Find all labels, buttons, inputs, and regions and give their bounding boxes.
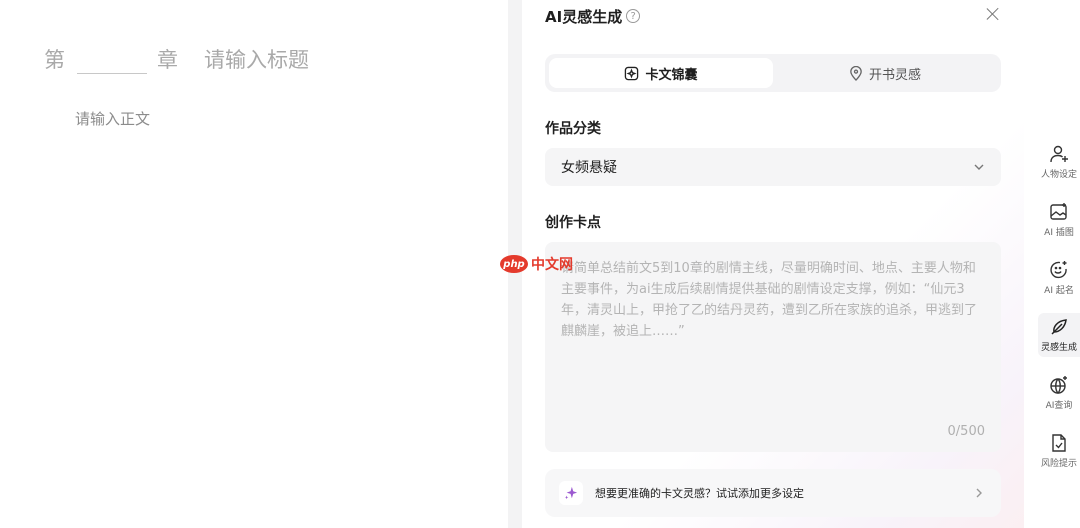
rail-label: AI 起名	[1044, 286, 1074, 296]
tab-stuck-tips[interactable]: 卡文锦囊	[549, 58, 773, 88]
feather-icon	[1051, 319, 1067, 335]
rail-label: 灵感生成	[1040, 343, 1077, 353]
file-check-icon	[1052, 434, 1066, 452]
watermark-text: 中文网	[531, 257, 573, 273]
smile-ai-icon	[1050, 261, 1067, 279]
close-icon[interactable]	[985, 6, 1001, 22]
rail-label: 风险提示	[1040, 459, 1077, 469]
stuck-point-textarea[interactable]: 请简单总结前文5到10章的剧情主线，尽量明确时间、地点、主要人物和主要事件，为a…	[545, 242, 1001, 452]
sparkle-box-icon	[625, 66, 639, 80]
chapter-prefix: 第	[44, 48, 65, 72]
chapter-body-input[interactable]: 请输入正文	[75, 108, 150, 129]
rail-label: AI 插图	[1044, 228, 1074, 238]
globe-ai-icon	[1050, 376, 1067, 394]
image-ai-icon	[1050, 203, 1067, 220]
panel-header: AI灵感生成 ?	[545, 4, 641, 28]
char-counter: 0/500	[947, 424, 985, 439]
category-select[interactable]: 女频悬疑	[545, 148, 1001, 186]
tab-label: 卡文锦囊	[645, 67, 698, 83]
person-add-icon	[1050, 145, 1068, 163]
rail-item-inspiration[interactable]: 灵感生成	[1038, 313, 1080, 357]
mode-tabs: 卡文锦囊 开书灵感	[545, 54, 1001, 92]
stuck-point-label: 创作卡点	[545, 215, 601, 231]
panel-title: AI灵感生成	[545, 7, 623, 26]
rail-item-risk-warning[interactable]: 风险提示	[1038, 429, 1080, 473]
watermark-badge: php	[500, 255, 528, 273]
chapter-suffix: 章	[157, 48, 178, 72]
help-icon[interactable]: ?	[626, 9, 641, 23]
chapter-number-input[interactable]	[77, 44, 147, 74]
rail-label: 人物设定	[1040, 170, 1077, 180]
chapter-title-input[interactable]: 请输入标题	[204, 44, 444, 74]
rail-item-character[interactable]: 人物设定	[1038, 140, 1080, 184]
rail-item-ai-naming[interactable]: AI 起名	[1038, 256, 1080, 300]
rail-label: AI查询	[1045, 401, 1073, 411]
chapter-editor: 第 章 请输入标题 请输入正文	[0, 0, 508, 528]
rail-item-ai-query[interactable]: AI查询	[1038, 371, 1080, 415]
chapter-heading-row: 第 章 请输入标题	[44, 44, 444, 74]
site-watermark: php 中文网	[500, 254, 573, 274]
sparkle-icon	[559, 481, 583, 505]
chevron-right-icon	[976, 488, 982, 498]
tool-rail: 人物设定 AI 插图 AI 起名 灵感生成 AI查询 风险提示	[1024, 0, 1080, 528]
ai-inspiration-panel: AI灵感生成 ? 卡文锦囊 开书灵感 作品分类 女频悬疑 创作卡点 请简单总结前…	[522, 0, 1024, 528]
stuck-point-placeholder: 请简单总结前文5到10章的剧情主线，尽量明确时间、地点、主要人物和主要事件，为a…	[561, 261, 978, 339]
category-label: 作品分类	[545, 121, 601, 137]
location-pin-icon	[850, 65, 862, 81]
more-settings-tip[interactable]: 想要更准确的卡文灵感？试试添加更多设定	[545, 469, 1001, 517]
tip-text: 想要更准确的卡文灵感？试试添加更多设定	[595, 487, 804, 500]
rail-item-ai-illustration[interactable]: AI 插图	[1038, 198, 1080, 242]
category-value: 女频悬疑	[561, 160, 617, 176]
tab-label: 开书灵感	[868, 67, 921, 83]
chevron-down-icon	[974, 164, 984, 170]
tab-new-book[interactable]: 开书灵感	[773, 58, 997, 88]
